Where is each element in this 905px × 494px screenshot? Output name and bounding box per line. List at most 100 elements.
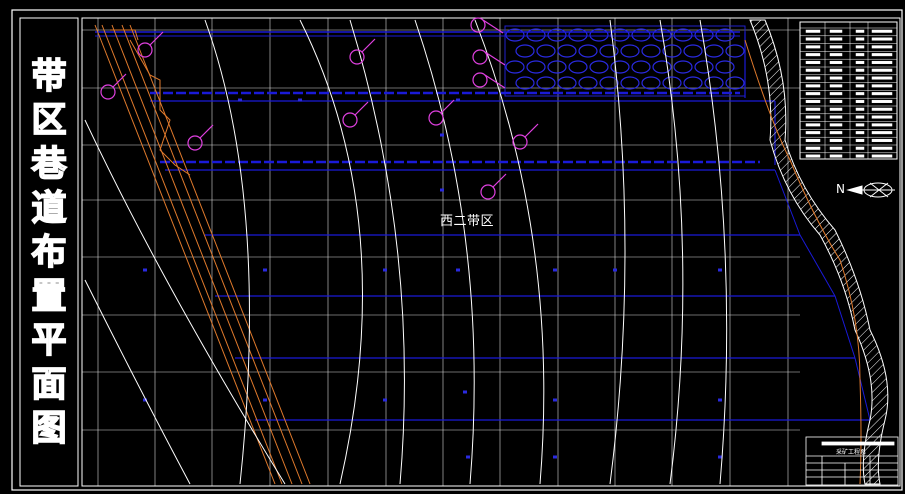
survey-marker [456, 98, 460, 102]
legend-row-desc [871, 92, 893, 96]
goaf-stone [620, 76, 640, 90]
survey-marker [263, 268, 267, 272]
legend-row-symbol [829, 92, 843, 96]
goaf-stone [515, 44, 535, 58]
legend-row-text [805, 115, 821, 119]
goaf-stone [694, 60, 714, 74]
legend-row-mark [855, 123, 865, 127]
legend-row-symbol [829, 37, 843, 41]
legend-row-text [805, 99, 821, 103]
title-char: 布 [31, 232, 68, 274]
legend-row-mark [855, 84, 865, 88]
survey-marker [440, 133, 444, 137]
legend-row-text [805, 138, 821, 142]
goaf-stone [589, 60, 609, 74]
goaf-stone [505, 60, 525, 74]
legend-row-text [805, 154, 821, 158]
survey-marker [718, 398, 722, 402]
mine-plan-canvas [11, 9, 903, 491]
survey-marker [383, 268, 387, 272]
survey-marker [553, 455, 557, 459]
survey-marker [143, 268, 147, 272]
legend-row-desc [871, 107, 893, 111]
goaf-stone [568, 60, 588, 74]
goaf-stone [557, 76, 577, 90]
contour-lines [84, 19, 728, 485]
callout-leader [354, 101, 369, 116]
legend-row-desc [871, 37, 893, 41]
goaf-stone [683, 44, 703, 58]
legend-row-mark [855, 45, 865, 49]
goaf-stone [725, 76, 745, 90]
survey-marker [263, 398, 267, 402]
legend-row-mark [855, 138, 865, 142]
callout-bubble [472, 72, 488, 88]
legend-row-symbol [829, 138, 843, 142]
survey-marker [440, 188, 444, 192]
goaf-stone [568, 28, 588, 42]
goaf-stone [673, 60, 693, 74]
legend-row-desc [871, 138, 893, 142]
survey-marker [718, 268, 722, 272]
goaf-stone [505, 28, 525, 42]
legend-row-mark [855, 131, 865, 135]
goaf-stone [704, 44, 724, 58]
title-block-caption: 采矿工程系 [836, 449, 867, 456]
goaf-stone [694, 28, 714, 42]
legend-row-symbol [829, 68, 843, 72]
goaf-stone [610, 28, 630, 42]
callout-leader [524, 123, 539, 138]
callout-bubble [428, 110, 444, 126]
title-block-icon [805, 436, 899, 486]
title-char: 道 [31, 188, 68, 230]
legend-row-mark [855, 53, 865, 57]
legend-row-text [805, 29, 821, 33]
callout-bubble [512, 134, 528, 150]
legend-row-symbol [829, 99, 843, 103]
legend-row-desc [871, 99, 893, 103]
survey-marker [456, 268, 460, 272]
legend-row-text [805, 68, 821, 72]
legend-row-text [805, 45, 821, 49]
legend-row-mark [855, 29, 865, 33]
legend-row-symbol [829, 84, 843, 88]
legend-row-text [805, 123, 821, 127]
legend-row-desc [871, 146, 893, 150]
callout-leader [149, 31, 164, 46]
goaf-stone [704, 76, 724, 90]
legend-row-symbol [829, 107, 843, 111]
goaf-stone [547, 60, 567, 74]
goaf-stone [631, 28, 651, 42]
legend-row-desc [871, 53, 893, 57]
goaf-stone [515, 76, 535, 90]
goaf-stone [547, 28, 567, 42]
legend-row-symbol [829, 131, 843, 135]
survey-marker [463, 390, 467, 394]
legend-row-text [805, 53, 821, 57]
title-char: 区 [31, 100, 68, 142]
legend-row-desc [871, 131, 893, 135]
north-label: N [836, 182, 845, 196]
survey-marker [553, 268, 557, 272]
goaf-stone [578, 44, 598, 58]
legend-row-mark [855, 99, 865, 103]
legend-row-symbol [829, 154, 843, 158]
legend-row-text [805, 60, 821, 64]
goaf-stone [557, 44, 577, 58]
callout-bubble [100, 84, 116, 100]
callout-bubble [187, 135, 203, 151]
legend-row-mark [855, 146, 865, 150]
survey-marker [613, 268, 617, 272]
legend-row-symbol [829, 123, 843, 127]
legend-row-text [805, 131, 821, 135]
legend-row-mark [855, 76, 865, 80]
legend-row-text [805, 146, 821, 150]
legend-row-mark [855, 68, 865, 72]
legend-row-desc [871, 115, 893, 119]
title-char: 巷 [31, 144, 68, 186]
title-char: 置 [31, 276, 68, 318]
legend-row-text [805, 92, 821, 96]
legend-row-symbol [829, 45, 843, 49]
legend-row-desc [871, 60, 893, 64]
callout-bubble [472, 49, 488, 65]
